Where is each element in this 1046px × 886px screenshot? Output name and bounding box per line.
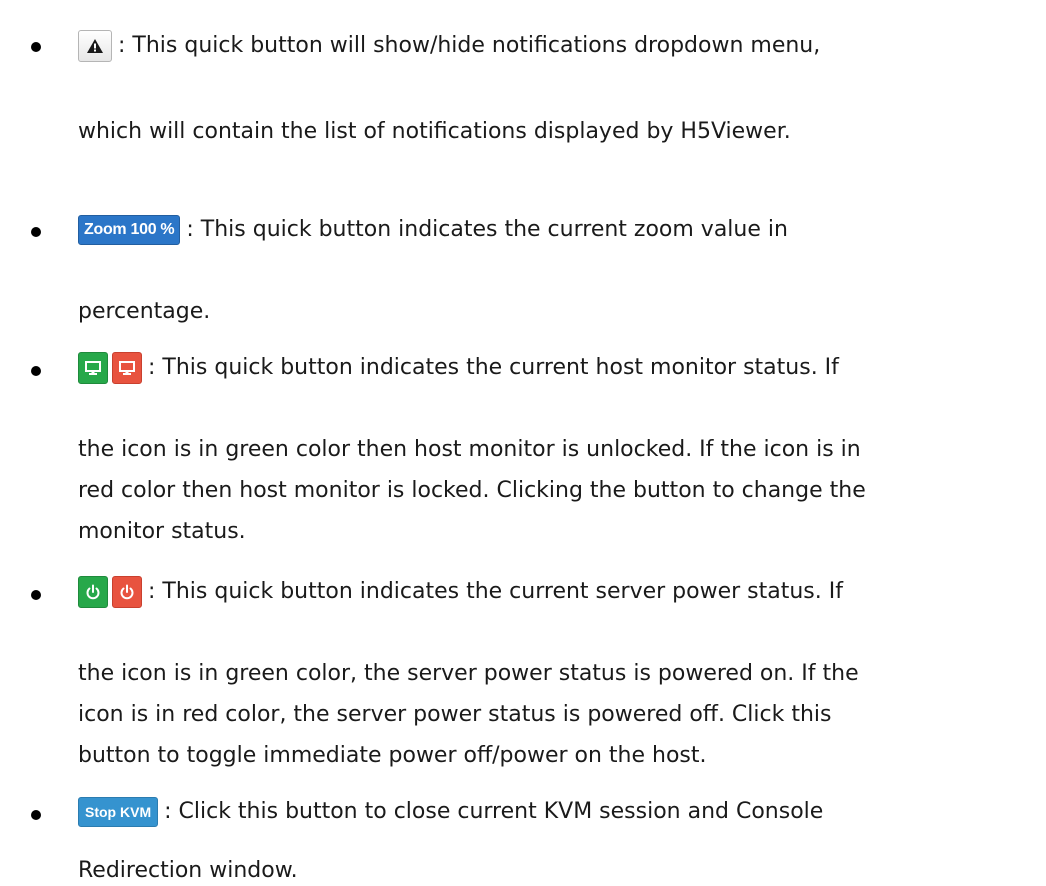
monitor-icon <box>119 361 135 375</box>
item-text-start: : This quick button indicates the curren… <box>148 355 839 380</box>
item-text-line: which will contain the list of notificat… <box>78 119 791 144</box>
bullet <box>31 42 41 52</box>
power-on-button[interactable] <box>78 576 108 608</box>
item-text-line: icon is in red color, the server power s… <box>78 702 832 727</box>
power-off-button[interactable] <box>112 576 142 608</box>
bullet <box>31 366 41 376</box>
monitor-unlocked-button[interactable] <box>78 352 108 384</box>
item-text-line: red color then host monitor is locked. C… <box>78 478 866 503</box>
monitor-locked-button[interactable] <box>112 352 142 384</box>
bullet <box>31 810 41 820</box>
item-text-start: : This quick button indicates the curren… <box>186 217 788 242</box>
power-icon <box>86 584 100 600</box>
bullet <box>31 227 41 237</box>
notifications-button[interactable] <box>78 30 112 62</box>
item-text-line: the icon is in green color, the server p… <box>78 661 859 686</box>
item-text-start: : This quick button indicates the curren… <box>148 579 843 604</box>
warning-icon <box>87 39 103 53</box>
item-text-line: Redirection window. <box>78 858 298 883</box>
item-text-line: percentage. <box>78 299 211 324</box>
item-text-line: the icon is in green color then host mon… <box>78 437 861 462</box>
item-text-line: monitor status. <box>78 519 246 544</box>
bullet <box>31 590 41 600</box>
monitor-icon <box>85 361 101 375</box>
power-icon <box>120 584 134 600</box>
zoom-button[interactable]: Zoom 100 % <box>78 215 181 245</box>
stop-kvm-button[interactable]: Stop KVM <box>78 797 159 827</box>
item-text-start: : Click this button to close current KVM… <box>164 799 824 824</box>
document-bullet-list: : This quick button will show/hide notif… <box>0 0 1046 884</box>
item-text-line: button to toggle immediate power off/pow… <box>78 743 707 768</box>
item-text-start: : This quick button will show/hide notif… <box>118 33 821 58</box>
